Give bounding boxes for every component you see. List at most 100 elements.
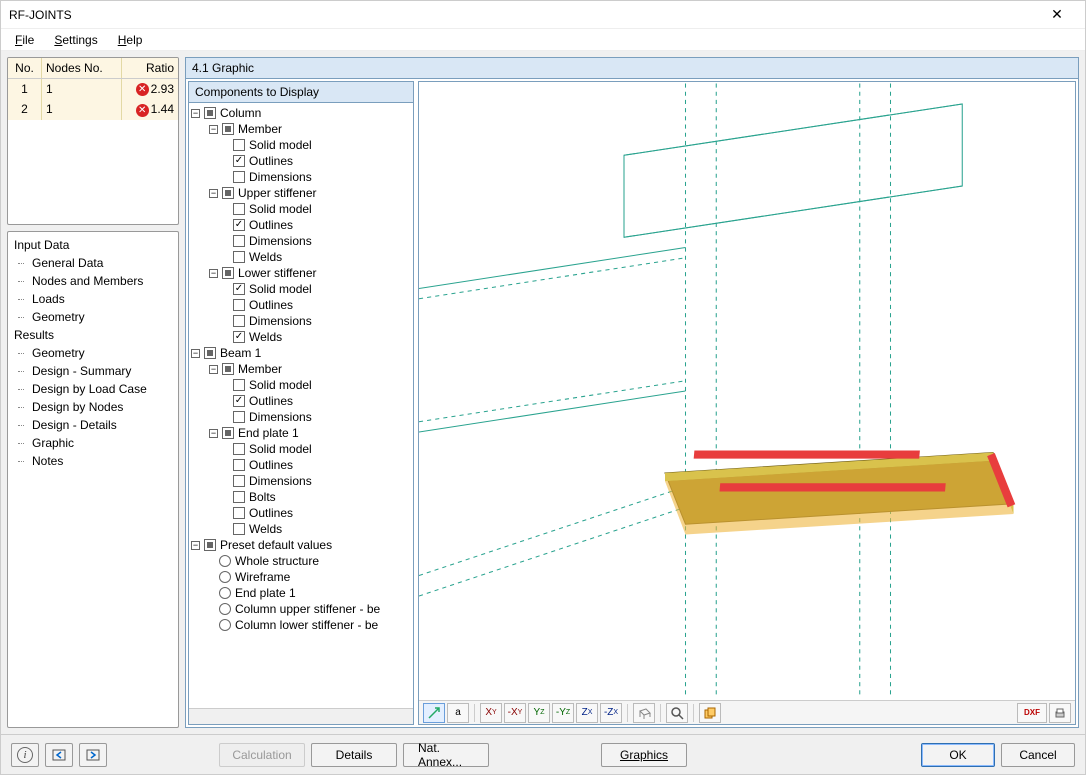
menu-help[interactable]: Help (110, 31, 151, 49)
close-icon[interactable]: ✕ (1037, 6, 1077, 23)
nav-geometry-r[interactable]: Geometry (10, 344, 176, 362)
collapse-icon[interactable]: − (191, 109, 200, 118)
ok-button[interactable]: OK (921, 743, 995, 767)
print-button[interactable] (1049, 703, 1071, 723)
checkbox[interactable] (233, 139, 245, 151)
checkbox[interactable]: ✓ (233, 331, 245, 343)
window-title: RF-JOINTS (9, 8, 72, 22)
nav-design-summary[interactable]: Design - Summary (10, 362, 176, 380)
radio[interactable] (219, 587, 231, 599)
menu-file[interactable]: File (7, 31, 42, 49)
menu-bar: File Settings Help (1, 29, 1085, 51)
nav-nodes-members[interactable]: Nodes and Members (10, 272, 176, 290)
view-iso-button[interactable] (423, 703, 445, 723)
viewport: a XY -XY YZ -YZ ZX -ZX (418, 81, 1076, 725)
view-xz-button[interactable]: ZX (576, 703, 598, 723)
header-nodes: Nodes No. (42, 58, 122, 78)
checkbox[interactable]: ✓ (233, 395, 245, 407)
checkbox[interactable] (222, 267, 234, 279)
checkbox[interactable]: ✓ (233, 283, 245, 295)
checkbox[interactable] (222, 123, 234, 135)
view-top-button[interactable]: a (447, 703, 469, 723)
copy-button[interactable] (699, 703, 721, 723)
checkbox[interactable] (233, 459, 245, 471)
prev-button[interactable] (45, 743, 73, 767)
checkbox[interactable] (233, 171, 245, 183)
right-body: Components to Display −Column −Member So… (186, 79, 1078, 727)
components-body[interactable]: −Column −Member Solid model ✓Outlines Di… (189, 103, 413, 708)
left-column: No. Nodes No. Ratio 1 1 ✕2.93 2 1 ✕1.44 … (7, 57, 179, 728)
radio[interactable] (219, 555, 231, 567)
next-button[interactable] (79, 743, 107, 767)
nav-general-data[interactable]: General Data (10, 254, 176, 272)
nav-group-input: Input Data (10, 236, 176, 254)
checkbox[interactable] (233, 299, 245, 311)
content: No. Nodes No. Ratio 1 1 ✕2.93 2 1 ✕1.44 … (1, 51, 1085, 734)
collapse-icon[interactable]: − (191, 541, 200, 550)
checkbox[interactable] (204, 107, 216, 119)
radio[interactable] (219, 571, 231, 583)
view-xy-button[interactable]: XY (480, 703, 502, 723)
zoom-button[interactable] (666, 703, 688, 723)
collapse-icon[interactable]: − (191, 349, 200, 358)
checkbox[interactable] (204, 347, 216, 359)
checkbox[interactable] (233, 475, 245, 487)
checkbox[interactable] (233, 235, 245, 247)
checkbox[interactable]: ✓ (233, 219, 245, 231)
table-row[interactable]: 1 1 ✕2.93 (8, 79, 178, 99)
checkbox[interactable] (233, 379, 245, 391)
nav-design-nodes[interactable]: Design by Nodes (10, 398, 176, 416)
view-neg-yz-button[interactable]: -YZ (552, 703, 574, 723)
checkbox[interactable] (233, 315, 245, 327)
checkbox[interactable] (204, 539, 216, 551)
view-box-button[interactable] (633, 703, 655, 723)
nav-design-details[interactable]: Design - Details (10, 416, 176, 434)
title-bar: RF-JOINTS ✕ (1, 1, 1085, 29)
dxf-button[interactable]: DXF (1017, 703, 1047, 723)
checkbox[interactable] (233, 411, 245, 423)
details-button[interactable]: Details (311, 743, 397, 767)
nat-annex-button[interactable]: Nat. Annex... (403, 743, 489, 767)
nav-tree: Input Data General Data Nodes and Member… (7, 231, 179, 728)
collapse-icon[interactable]: − (209, 189, 218, 198)
collapse-icon[interactable]: − (209, 365, 218, 374)
checkbox[interactable] (233, 523, 245, 535)
checkbox[interactable] (233, 203, 245, 215)
collapse-icon[interactable]: − (209, 125, 218, 134)
checkbox[interactable]: ✓ (233, 155, 245, 167)
view-yz-button[interactable]: YZ (528, 703, 550, 723)
table-row[interactable]: 2 1 ✕1.44 (8, 99, 178, 119)
nav-geometry[interactable]: Geometry (10, 308, 176, 326)
error-icon: ✕ (136, 83, 149, 96)
calculation-button[interactable]: Calculation (219, 743, 305, 767)
cancel-button[interactable]: Cancel (1001, 743, 1075, 767)
header-ratio: Ratio (122, 58, 178, 78)
radio[interactable] (219, 619, 231, 631)
nav-graphic[interactable]: Graphic (10, 434, 176, 452)
checkbox[interactable] (222, 187, 234, 199)
error-icon: ✕ (136, 104, 149, 117)
view-toolbar: a XY -XY YZ -YZ ZX -ZX (419, 700, 1075, 724)
checkbox[interactable] (222, 363, 234, 375)
menu-settings[interactable]: Settings (46, 31, 105, 49)
nav-design-loadcase[interactable]: Design by Load Case (10, 380, 176, 398)
help-button[interactable]: i (11, 743, 39, 767)
checkbox[interactable] (233, 443, 245, 455)
graphics-button[interactable]: Graphics (601, 743, 687, 767)
view-neg-xy-button[interactable]: -XY (504, 703, 526, 723)
canvas[interactable] (419, 82, 1075, 700)
view-neg-xz-button[interactable]: -ZX (600, 703, 622, 723)
nav-notes[interactable]: Notes (10, 452, 176, 470)
checkbox[interactable] (222, 427, 234, 439)
radio[interactable] (219, 603, 231, 615)
horizontal-scrollbar[interactable] (189, 708, 413, 724)
collapse-icon[interactable]: − (209, 429, 218, 438)
right-panel: 4.1 Graphic Components to Display −Colum… (185, 57, 1079, 728)
nav-loads[interactable]: Loads (10, 290, 176, 308)
checkbox[interactable] (233, 251, 245, 263)
ratio-header: No. Nodes No. Ratio (8, 58, 178, 79)
collapse-icon[interactable]: − (209, 269, 218, 278)
checkbox[interactable] (233, 491, 245, 503)
component-tree: Components to Display −Column −Member So… (188, 81, 414, 725)
checkbox[interactable] (233, 507, 245, 519)
